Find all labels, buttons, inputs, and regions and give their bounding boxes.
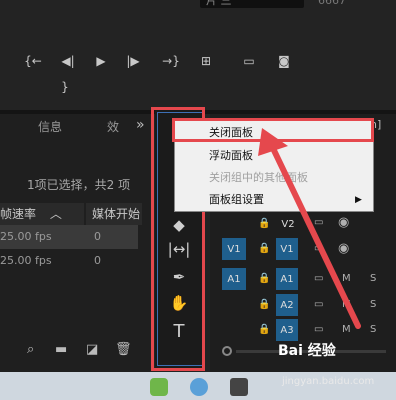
column-header-media-start[interactable]: 媒体开始 <box>86 203 142 225</box>
export-frame-icon[interactable]: ◙ <box>273 50 295 72</box>
tab-info[interactable]: 信息 <box>38 118 62 135</box>
taskbar-app-icon[interactable] <box>190 378 208 396</box>
taskbar-app-icon[interactable] <box>230 378 248 396</box>
start-cell: 0 <box>94 254 101 267</box>
sort-arrow-icon: ︿ <box>49 207 62 221</box>
selection-info: 1项已选择，共2 项 <box>27 178 131 192</box>
annotation-arrow <box>258 128 361 329</box>
tab-effects[interactable]: 效 <box>107 118 119 135</box>
extract-icon[interactable]: ▭ <box>238 50 260 72</box>
timeline-scroll-handle[interactable] <box>222 346 232 356</box>
project-toolbar: ⌕ ▬ ◪ 🗑 <box>0 336 150 364</box>
fps-cell: 25.00 fps <box>0 230 52 243</box>
search-icon[interactable]: ⌕ <box>27 342 34 357</box>
solo-button[interactable]: S <box>370 299 376 310</box>
marker-icon[interactable]: } <box>54 76 76 98</box>
folder-icon[interactable]: ▬ <box>55 342 67 357</box>
baidu-watermark-url: jingyan.baidu.com <box>282 376 375 387</box>
solo-button[interactable]: S <box>370 324 376 335</box>
mark-out-icon[interactable]: →} <box>160 50 182 72</box>
baidu-watermark-logo: Bai 经验 <box>278 343 336 359</box>
play-icon[interactable]: ▶ <box>90 50 112 72</box>
column-header-fps[interactable]: 帧速率 ︿ <box>0 203 84 225</box>
taskbar-app-icon[interactable] <box>150 378 168 396</box>
timecode-field[interactable]: 片 三 <box>200 0 304 8</box>
new-item-icon[interactable]: ◪ <box>86 342 98 357</box>
step-back-icon[interactable]: ◀| <box>57 50 79 72</box>
fps-cell: 25.00 fps <box>0 254 52 267</box>
mark-in-icon[interactable]: {← <box>22 50 44 72</box>
solo-button[interactable]: S <box>370 273 376 284</box>
timecode-readout: 6667 <box>318 0 346 7</box>
panel-overflow-icon[interactable]: » <box>136 117 145 133</box>
start-cell: 0 <box>94 230 101 243</box>
lift-icon[interactable]: ⊞ <box>195 50 217 72</box>
column-header-fps-label: 帧速率 <box>0 207 37 221</box>
step-forward-icon[interactable]: |▶ <box>122 50 144 72</box>
trash-icon[interactable]: 🗑 <box>115 342 132 357</box>
